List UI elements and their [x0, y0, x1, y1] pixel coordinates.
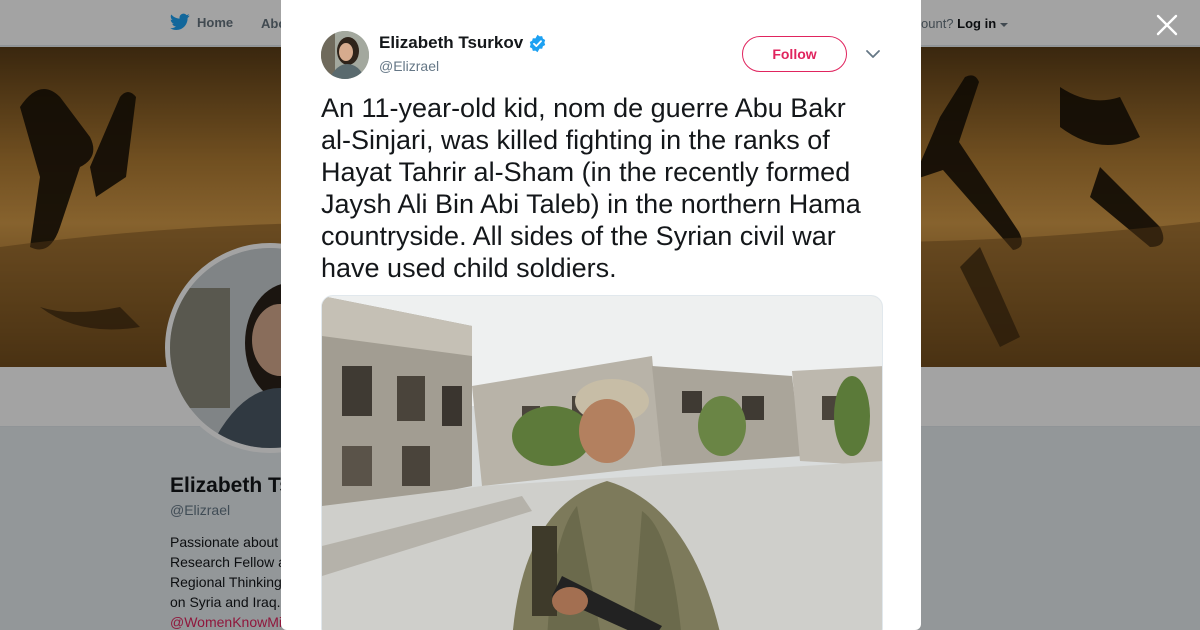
tweet-media-photo[interactable] [321, 295, 883, 630]
tweet-author-handle[interactable]: @Elizrael [379, 58, 439, 74]
tweet-author-avatar-image [321, 31, 369, 79]
tweet-author-avatar[interactable] [321, 31, 369, 79]
tweet-author-name-text: Elizabeth Tsurkov [379, 33, 524, 52]
tweet-author-name[interactable]: Elizabeth Tsurkov [379, 33, 547, 53]
tweet-text-line: Hayat Tahrir al-Sham (in the recently fo… [321, 157, 851, 187]
follow-button[interactable]: Follow [742, 36, 847, 72]
tweet-text-line: al-Sinjari, was killed fighting in the r… [321, 125, 830, 155]
verified-badge-icon [530, 34, 546, 52]
tweet-photo-image [322, 296, 882, 630]
tweet-text-line: Jaysh Ali Bin Abi Taleb) in the northern… [321, 189, 861, 219]
tweet-text-line: An 11-year-old kid, nom de guerre Abu Ba… [321, 93, 846, 123]
tweet-text-line: have used child soldiers. [321, 253, 617, 283]
close-icon[interactable] [1155, 13, 1179, 37]
tweet-text: An 11-year-old kid, nom de guerre Abu Ba… [321, 92, 891, 284]
tweet-text-line: countryside. All sides of the Syrian civ… [321, 221, 836, 251]
chevron-down-icon[interactable] [865, 47, 881, 61]
tweet-modal: Elizabeth Tsurkov @Elizrael Follow An 11… [281, 0, 921, 630]
